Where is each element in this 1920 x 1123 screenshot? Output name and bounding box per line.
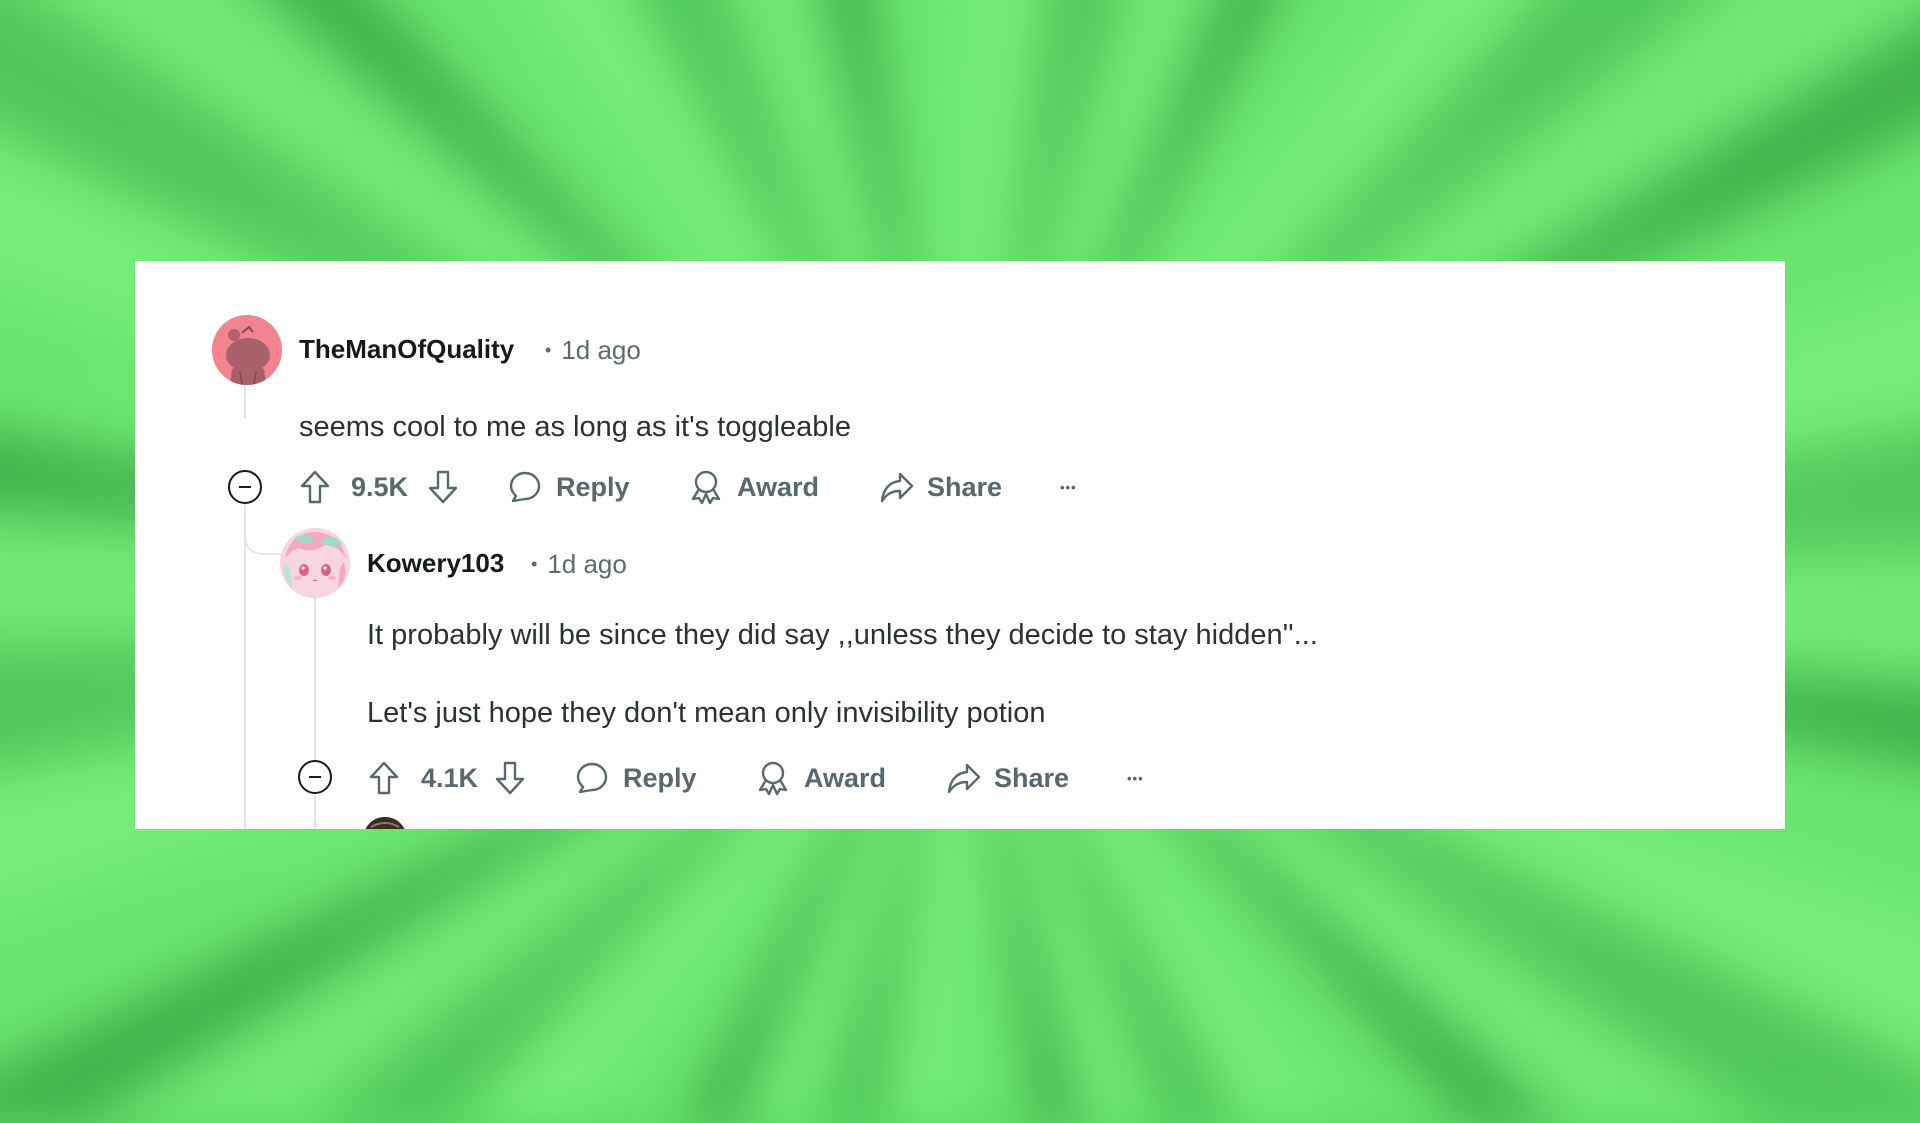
comment-timestamp[interactable]: 1d ago (547, 549, 627, 579)
comment-meta: • 1d ago (531, 549, 627, 580)
thread-branch-to-next-reply (314, 795, 362, 829)
thread-branch-to-reply (244, 505, 282, 555)
share-label: Share (927, 471, 1003, 502)
reply-button[interactable]: Reply (575, 758, 697, 798)
comment-action-bar: 9.5K Reply Award Share ••• (135, 467, 1235, 507)
award-label: Award (804, 762, 887, 793)
collapse-thread-button[interactable] (228, 470, 262, 504)
share-label: Share (994, 762, 1070, 793)
upvote-button[interactable] (368, 758, 400, 798)
share-button[interactable]: Share (879, 467, 1002, 507)
collapse-thread-button[interactable] (298, 760, 332, 794)
comment-body-paragraph: seems cool to me as long as it's togglea… (299, 411, 852, 443)
share-arrow-icon (947, 763, 981, 794)
avatar-kowery103[interactable] (280, 528, 350, 598)
user-avatar-icon (365, 817, 405, 829)
avatar-themanofquality[interactable] (212, 315, 282, 385)
upvote-button[interactable] (299, 467, 331, 507)
vote-score: 4.1K (421, 758, 478, 798)
comment-body-paragraph: It probably will be since they did say ,… (367, 619, 1318, 651)
upvote-arrow-icon (369, 761, 399, 795)
comment-timestamp[interactable]: 1d ago (561, 335, 641, 365)
vote-count: 4.1K (421, 762, 479, 793)
more-options-icon: ••• (1127, 770, 1144, 786)
avatar-next-reply-partial[interactable] (363, 817, 407, 829)
comment-meta: • 1d ago (545, 335, 641, 366)
award-ribbon-icon (691, 470, 721, 505)
comment-body: It probably will be since they did say ,… (367, 618, 1318, 730)
comment-author[interactable]: Kowery103 (367, 548, 504, 579)
comment-author[interactable]: TheManOfQuality (299, 334, 514, 365)
snoo-avatar-icon (212, 315, 282, 385)
more-options-button[interactable]: ••• (1127, 758, 1144, 798)
more-options-button[interactable]: ••• (1060, 467, 1077, 507)
award-ribbon-icon (758, 761, 788, 796)
downvote-button[interactable] (427, 467, 459, 507)
comment-thread-card: TheManOfQuality • 1d ago seems cool to me… (135, 261, 1785, 829)
reply-label: Reply (556, 471, 630, 502)
downvote-arrow-icon (428, 470, 458, 504)
speech-bubble-icon (509, 471, 541, 503)
comment-action-bar: 4.1K Reply Award Share ••• (135, 758, 1235, 798)
award-label: Award (737, 471, 820, 502)
award-button[interactable]: Award (689, 467, 819, 507)
reply-button[interactable]: Reply (508, 467, 630, 507)
anime-character-avatar-icon (280, 528, 350, 598)
more-options-icon: ••• (1060, 479, 1077, 495)
comment-body: seems cool to me as long as it's togglea… (299, 410, 851, 444)
reply-label: Reply (623, 762, 697, 793)
speech-bubble-icon (576, 762, 608, 794)
downvote-button[interactable] (494, 758, 526, 798)
vote-count: 9.5K (351, 471, 409, 502)
share-arrow-icon (880, 472, 914, 503)
downvote-arrow-icon (495, 761, 525, 795)
award-button[interactable]: Award (756, 758, 886, 798)
upvote-arrow-icon (300, 470, 330, 504)
thread-line-comment-2[interactable] (314, 597, 316, 760)
comment-body-paragraph: Let's just hope they don't mean only inv… (367, 697, 1046, 729)
meta-separator: • (545, 340, 552, 360)
share-button[interactable]: Share (946, 758, 1069, 798)
vote-score: 9.5K (351, 467, 408, 507)
meta-separator: • (531, 554, 538, 574)
